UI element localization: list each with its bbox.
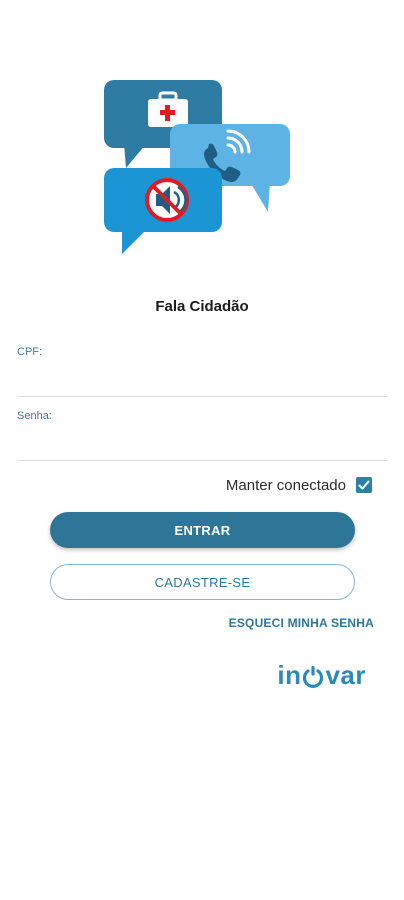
brand-logo: in var (277, 660, 366, 691)
forgot-password-link[interactable]: ESQUECI MINHA SENHA (229, 616, 374, 630)
login-button[interactable]: ENTRAR (50, 512, 355, 548)
senha-input[interactable] (17, 432, 388, 454)
register-button[interactable]: CADASTRE-SE (50, 564, 355, 600)
app-title: Fala Cidadão (155, 298, 249, 315)
keep-connected-row[interactable]: Manter conectado (226, 474, 372, 496)
brand-power-o-icon (303, 665, 324, 688)
cpf-label: CPF: (17, 346, 43, 358)
brand-text-start: in (277, 660, 302, 690)
checkmark-icon (358, 480, 370, 490)
senha-label: Senha: (17, 410, 52, 422)
cpf-input[interactable] (17, 368, 388, 390)
keep-connected-checkbox[interactable] (356, 477, 372, 493)
keep-connected-label: Manter conectado (225, 476, 346, 494)
senha-field[interactable]: Senha: (17, 410, 388, 461)
cpf-field[interactable]: CPF: (17, 346, 388, 397)
mute-bubble-icon (104, 168, 222, 254)
chat-bubbles-illustration-icon (104, 80, 290, 254)
brand-text-end: var (325, 660, 366, 690)
